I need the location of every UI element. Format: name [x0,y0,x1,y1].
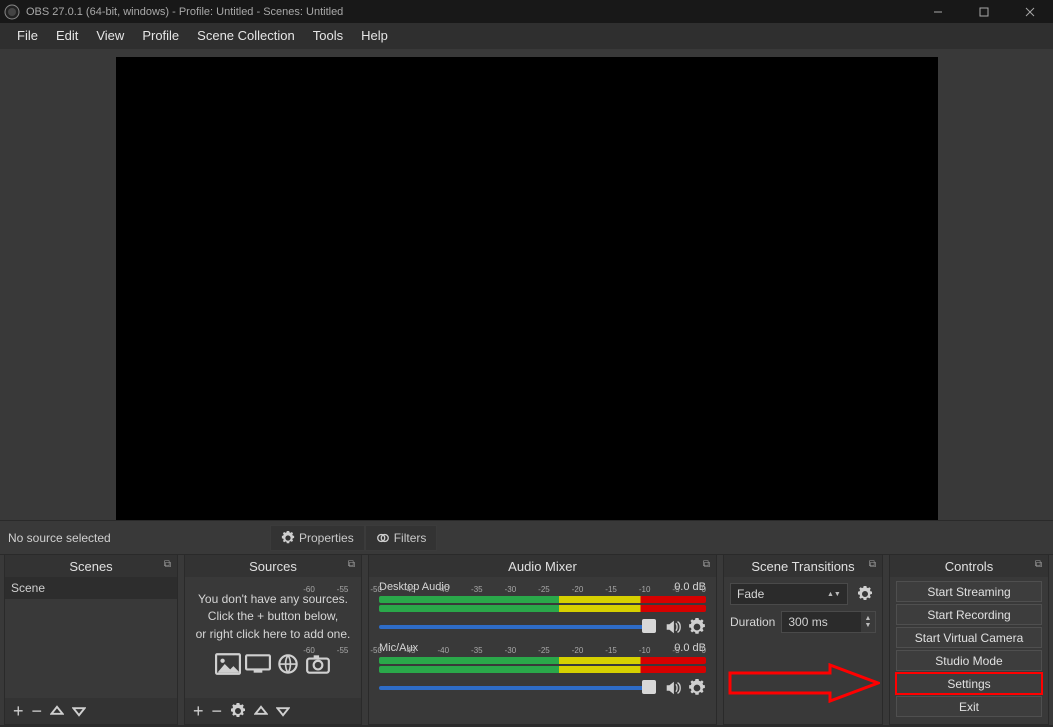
maximize-button[interactable] [961,0,1007,23]
mixer-track-desktop-audio: Desktop Audio 0.0 dB -60-55-50-45-40-35-… [369,577,716,638]
duration-label: Duration [730,615,775,629]
gear-icon[interactable] [688,679,706,697]
settings-button[interactable]: Settings [896,673,1042,694]
sources-list[interactable]: You don't have any sources. Click the + … [185,577,361,698]
remove-source-button[interactable]: − [212,702,223,720]
transition-properties-button[interactable] [854,583,876,605]
transitions-dock: Scene Transitions ⧉ Fade ▲▼ Duration 300… [723,555,883,725]
no-source-label: No source selected [0,531,270,545]
globe-icon [275,653,301,675]
gear-icon[interactable] [688,618,706,636]
menu-file[interactable]: File [8,23,47,49]
filters-button[interactable]: Filters [365,525,438,551]
vu-meter: -60-55-50-45-40-35-30-25-20-15-10-50 [379,596,706,614]
menu-bar: File Edit View Profile Scene Collection … [0,23,1053,49]
transition-select[interactable]: Fade ▲▼ [730,583,848,605]
window-titlebar: OBS 27.0.1 (64-bit, windows) - Profile: … [0,0,1053,23]
popout-icon[interactable]: ⧉ [869,559,876,570]
mixer-header: Audio Mixer ⧉ [369,555,716,577]
popout-icon[interactable]: ⧉ [703,559,710,570]
exit-button[interactable]: Exit [896,696,1042,717]
add-scene-button[interactable]: + [13,702,24,720]
display-icon [245,653,271,675]
add-source-button[interactable]: + [193,702,204,720]
popout-icon[interactable]: ⧉ [164,559,171,570]
mixer-track-mic-aux: Mic/Aux 0.0 dB -60-55-50-45-40-35-30-25-… [369,638,716,699]
filters-icon [376,531,390,545]
properties-button[interactable]: Properties [270,525,365,551]
speaker-icon[interactable] [664,618,682,636]
audio-mixer-dock: Audio Mixer ⧉ Desktop Audio 0.0 dB -60-5… [368,555,717,725]
source-toolbar: No source selected Properties Filters [0,520,1053,555]
menu-scene-collection[interactable]: Scene Collection [188,23,304,49]
studio-mode-button[interactable]: Studio Mode [896,650,1042,671]
menu-tools[interactable]: Tools [304,23,352,49]
source-up-button[interactable] [254,704,268,718]
bottom-docks: Scenes ⧉ Scene + − Sources ⧉ You don't h… [0,555,1053,725]
filters-label: Filters [394,531,427,545]
vu-meter: -60-55-50-45-40-35-30-25-20-15-10-50 [379,657,706,675]
window-title: OBS 27.0.1 (64-bit, windows) - Profile: … [26,6,915,18]
close-button[interactable] [1007,0,1053,23]
properties-label: Properties [299,531,354,545]
sources-dock: Sources ⧉ You don't have any sources. Cl… [184,555,362,725]
scene-list-item[interactable]: Scene [5,577,177,599]
transitions-header: Scene Transitions ⧉ [724,555,882,577]
menu-profile[interactable]: Profile [133,23,188,49]
volume-slider[interactable] [379,625,656,629]
source-properties-button[interactable] [230,703,246,719]
scene-up-button[interactable] [50,704,64,718]
scene-down-button[interactable] [72,704,86,718]
start-streaming-button[interactable]: Start Streaming [896,581,1042,602]
annotation-arrow [728,663,880,703]
source-down-button[interactable] [276,704,290,718]
popout-icon[interactable]: ⧉ [348,559,355,570]
chevron-updown-icon: ▲▼ [827,591,841,598]
sources-header: Sources ⧉ [185,555,361,577]
menu-edit[interactable]: Edit [47,23,87,49]
controls-header: Controls ⧉ [890,555,1048,577]
speaker-icon[interactable] [664,679,682,697]
scenes-header: Scenes ⧉ [5,555,177,577]
menu-help[interactable]: Help [352,23,397,49]
spin-buttons[interactable]: ▲▼ [861,612,875,632]
obs-app-icon [4,4,20,20]
scenes-toolbar: + − [5,698,177,724]
start-virtual-camera-button[interactable]: Start Virtual Camera [896,627,1042,648]
image-icon [215,653,241,675]
gear-icon [281,531,295,545]
sources-drop-icons [185,653,361,675]
popout-icon[interactable]: ⧉ [1035,559,1042,570]
remove-scene-button[interactable]: − [32,702,43,720]
preview-area [0,49,1053,520]
camera-icon [305,653,331,675]
minimize-button[interactable] [915,0,961,23]
start-recording-button[interactable]: Start Recording [896,604,1042,625]
volume-slider[interactable] [379,686,656,690]
preview-canvas[interactable] [116,57,938,520]
controls-dock: Controls ⧉ Start Streaming Start Recordi… [889,555,1049,725]
menu-view[interactable]: View [87,23,133,49]
sources-toolbar: + − [185,698,361,724]
duration-spinbox[interactable]: 300 ms ▲▼ [781,611,876,633]
scenes-dock: Scenes ⧉ Scene + − [4,555,178,725]
